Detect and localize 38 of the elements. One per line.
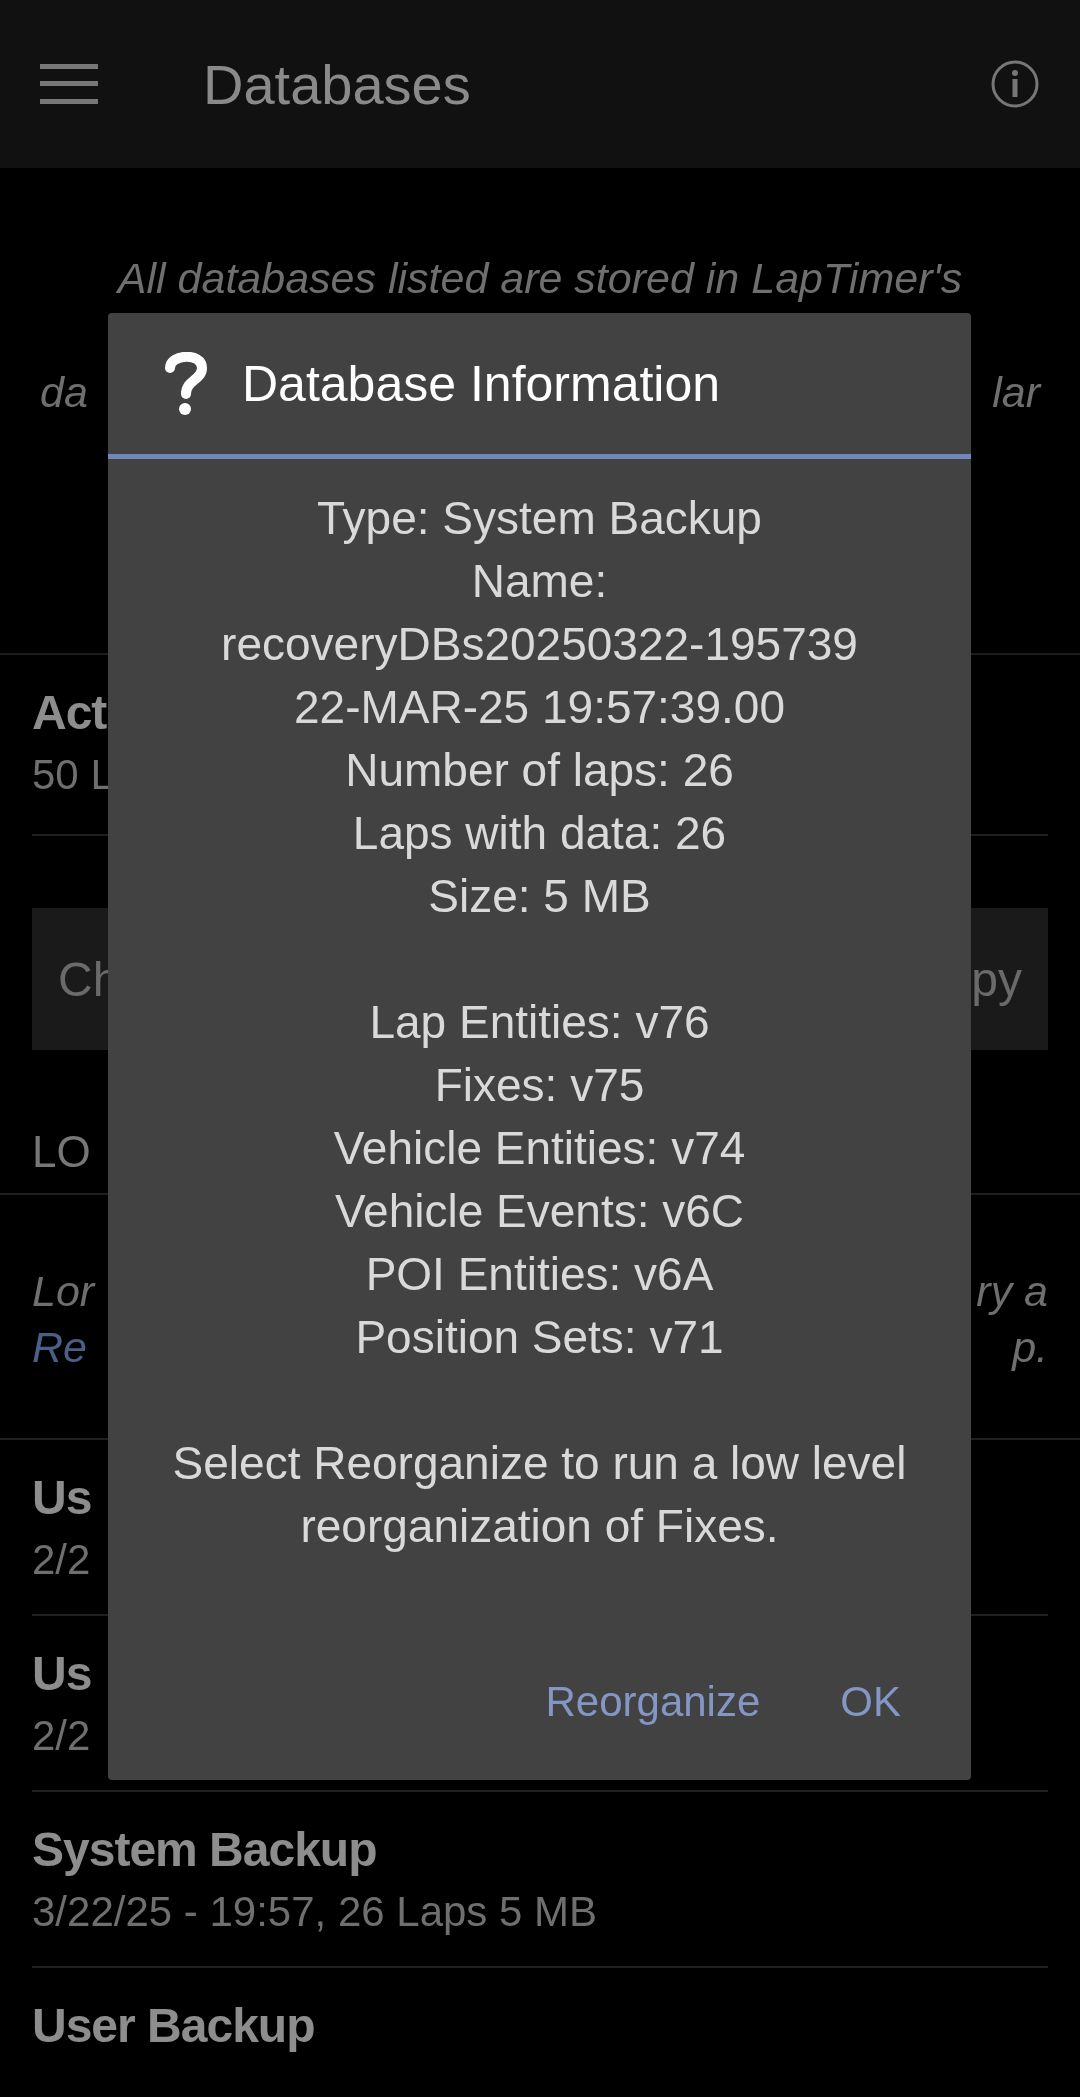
database-title: Us (32, 1470, 92, 1526)
database-details: 2/2 (32, 1711, 91, 1761)
dialog-message: Select Reorganize to run a low level reorganization of Fixes. (171, 1436, 908, 1554)
info-line: Lap Entities: v76 (369, 995, 710, 1050)
dialog-title: Database Information (242, 354, 721, 413)
text-fragment: Lor (32, 1266, 95, 1316)
info-line: Fixes: v75 (434, 1058, 645, 1113)
info-line: POI Entities: v6A (365, 1247, 714, 1302)
info-line: Type: System Backup (317, 491, 762, 546)
text-fragment: ry a (976, 1266, 1048, 1316)
menu-icon[interactable] (40, 64, 98, 104)
database-title: System Backup (32, 1822, 377, 1878)
info-line: Vehicle Entities: v74 (333, 1121, 746, 1176)
text-fragment: All databases listed are stored in LapTimer's (117, 253, 963, 303)
info-line: 22-MAR-25 19:57:39.00 (294, 680, 785, 735)
info-line: Position Sets: v71 (355, 1310, 724, 1365)
info-icon[interactable] (990, 59, 1040, 109)
info-line: Vehicle Events: v6C (334, 1184, 745, 1239)
text-fragment[interactable]: py (971, 951, 1022, 1007)
link-text[interactable]: Re (32, 1322, 87, 1372)
database-title: Us (32, 1646, 92, 1702)
info-line: recoveryDBs20250322-195739 (221, 617, 858, 672)
text-fragment: da (40, 367, 88, 417)
screen-title: Databases (203, 51, 472, 117)
info-line: Number of laps: 26 (345, 743, 734, 798)
database-title: Act (32, 685, 107, 741)
database-title: User Backup (32, 1998, 315, 2054)
question-mark-icon (164, 351, 208, 416)
text-fragment: p. (1012, 1322, 1048, 1372)
database-details: 3/22/25 - 19:57, 26 Laps 5 MB (32, 1887, 598, 1937)
dialog-button[interactable]: OK (820, 1668, 921, 1736)
section-header: LO (32, 1127, 91, 1176)
text-fragment: lar (992, 367, 1040, 417)
dialog-button[interactable]: Reorganize (525, 1668, 781, 1736)
database-details: 2/2 (32, 1535, 91, 1585)
info-line: Name: (471, 554, 608, 609)
info-line: Laps with data: 26 (352, 806, 727, 861)
info-line: Size: 5 MB (428, 869, 651, 924)
